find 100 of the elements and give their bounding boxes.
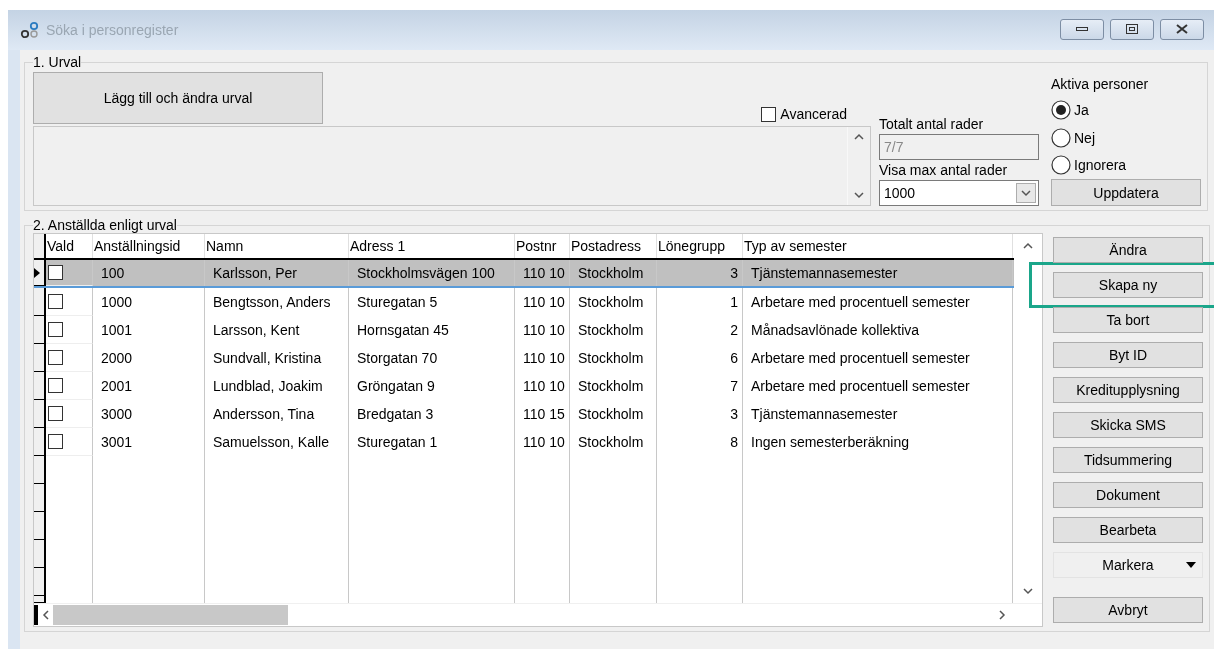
edit-selection-button[interactable]: Lägg till och ändra urval [33, 72, 323, 124]
table-cell: 110 10 [523, 434, 565, 450]
table-row[interactable]: 1000 Bengtsson, Anders Sturegatan 5 110 10 Stockholm 1 Arbetare med procentuell semester [34, 288, 1014, 316]
action-button[interactable]: Skicka SMS [1053, 412, 1203, 438]
scroll-down-icon[interactable] [854, 192, 864, 199]
table-cell: 1000 [101, 294, 133, 310]
minimize-icon [1076, 26, 1088, 32]
table-cell: Stockholm [578, 350, 644, 366]
radio-option[interactable]: Nej [1051, 123, 1201, 152]
table-cell: Hornsgatan 45 [357, 322, 449, 338]
close-button[interactable] [1160, 18, 1204, 40]
table-cell: 110 10 [523, 294, 565, 310]
column-header[interactable]: Namn [206, 238, 244, 254]
action-button[interactable]: Skapa ny [1053, 272, 1203, 298]
table-cell: 3000 [101, 406, 133, 422]
action-button[interactable]: Byt ID [1053, 342, 1203, 368]
table-row[interactable]: 3000 Andersson, Tina Bredgatan 3 110 15 Stockholm 3 Tjänstemannasemester [34, 400, 1014, 428]
table-cell: Tjänstemannasemester [751, 406, 898, 422]
action-button[interactable]: Bearbeta [1053, 517, 1203, 543]
table-cell: Arbetare med procentuell semester [751, 378, 970, 394]
column-header[interactable]: Adress 1 [350, 238, 406, 254]
table-cell: Lundblad, Joakim [213, 378, 323, 394]
table-row[interactable]: 2001 Lundblad, Joakim Gröngatan 9 110 10 Stockholm 7 Arbetare med procentuell semester [34, 372, 1014, 400]
action-button[interactable]: Kreditupplysning [1053, 377, 1203, 403]
table-cell: 7 [730, 378, 738, 394]
window-title: Söka i personregister [46, 22, 179, 38]
scroll-up-icon[interactable] [1023, 242, 1033, 249]
selected-row[interactable]: 100 Karlsson, Per Stockholmsvägen 100 110 10 Stockholm 3 Tjänstemannasemester [34, 258, 1014, 288]
row-checkbox[interactable] [48, 434, 63, 449]
table-cell: Ingen semesterberäkning [751, 434, 909, 450]
table-row[interactable]: 3001 Samuelsson, Kalle Sturegatan 1 110 10 Stockholm 8 Ingen semesterberäkning [34, 428, 1014, 456]
radio-option[interactable]: Ja [1051, 96, 1201, 124]
close-icon [1176, 24, 1188, 34]
table-cell: Bengtsson, Anders [213, 294, 331, 310]
row-header[interactable] [34, 400, 46, 428]
table-cell: 1 [730, 294, 738, 310]
caret-icon [1186, 562, 1196, 568]
row-header[interactable] [34, 260, 46, 286]
row-checkbox[interactable] [48, 378, 63, 393]
table-row[interactable]: 1001 Larsson, Kent Hornsgatan 45 110 10 Stockholm 2 Månadsavlönade kollektiva [34, 316, 1014, 344]
dropdown-icon[interactable] [1021, 189, 1031, 197]
row-header[interactable] [34, 316, 46, 344]
scroll-down-icon[interactable] [1023, 588, 1033, 595]
table-cell: Stockholm [578, 406, 644, 422]
scrollbar-thumb[interactable] [53, 605, 288, 625]
column-header[interactable]: Vald [47, 238, 74, 254]
row-checkbox[interactable] [48, 322, 63, 337]
row-header[interactable] [34, 344, 46, 372]
action-button[interactable]: Ändra [1053, 237, 1203, 263]
table-cell: 8 [730, 434, 738, 450]
cancel-button[interactable]: Avbryt [1053, 597, 1203, 623]
action-button[interactable]: Tidsummering [1053, 447, 1203, 473]
table-cell: Samuelsson, Kalle [213, 434, 329, 450]
minimize-button[interactable] [1060, 18, 1104, 40]
table-cell: 110 10 [523, 322, 565, 338]
row-header[interactable] [34, 288, 46, 316]
action-button[interactable]: Dokument [1053, 482, 1203, 508]
table-cell: Sundvall, Kristina [213, 350, 322, 366]
table-cell: 110 15 [523, 406, 565, 422]
table-cell: 110 10 [523, 378, 565, 394]
row-checkbox[interactable] [48, 265, 63, 280]
scroll-right-icon[interactable] [999, 610, 1006, 620]
row-header[interactable] [34, 428, 46, 456]
table-cell: Sturegatan 1 [357, 434, 438, 450]
table-cell: Gröngatan 9 [357, 378, 435, 394]
table-cell: Stockholm [578, 434, 644, 450]
action-button[interactable]: Ta bort [1053, 307, 1203, 333]
table-cell: 3001 [101, 434, 133, 450]
row-header[interactable] [34, 372, 46, 400]
max-rows-dropdown[interactable]: 1000 [879, 180, 1039, 206]
table-cell: Månadsavlönade kollektiva [751, 322, 920, 338]
table-row[interactable]: 2000 Sundvall, Kristina Storgatan 70 110 10 Stockholm 6 Arbetare med procentuell semester [34, 344, 1014, 372]
table-cell: 110 10 [523, 265, 565, 281]
update-button[interactable]: Uppdatera [1051, 179, 1201, 206]
group-label: 2. Anställda enligt urval [33, 217, 177, 233]
table-cell: 3 [730, 265, 738, 281]
dropdown-button[interactable]: Markera [1053, 552, 1203, 578]
table-cell: 1001 [101, 322, 133, 338]
column-header[interactable]: Postnr [516, 238, 557, 254]
column-header[interactable]: Postadress [571, 238, 642, 254]
table-cell: Andersson, Tina [213, 406, 315, 422]
advanced-checkbox[interactable] [761, 106, 777, 122]
corner-header [34, 234, 46, 258]
scroll-left-icon[interactable] [42, 610, 49, 620]
table-cell: Larsson, Kent [213, 322, 300, 338]
column-header[interactable]: Anställningsid [94, 238, 181, 254]
row-checkbox[interactable] [48, 350, 63, 365]
maximize-icon [1126, 24, 1138, 34]
column-header[interactable]: Typ av semester [744, 238, 847, 254]
row-checkbox[interactable] [48, 294, 63, 309]
radio-option[interactable]: Ignorera [1051, 151, 1201, 180]
row-checkbox[interactable] [48, 406, 63, 421]
radio-group-label: Aktiva personer [1051, 76, 1150, 92]
table-cell: Bredgatan 3 [357, 406, 434, 422]
table-cell: 2001 [101, 378, 133, 394]
column-header[interactable]: Lönegrupp [658, 238, 725, 254]
scroll-up-icon[interactable] [854, 133, 864, 140]
table-cell: 2000 [101, 350, 133, 366]
table-cell: 3 [730, 406, 738, 422]
maximize-button[interactable] [1110, 18, 1154, 40]
